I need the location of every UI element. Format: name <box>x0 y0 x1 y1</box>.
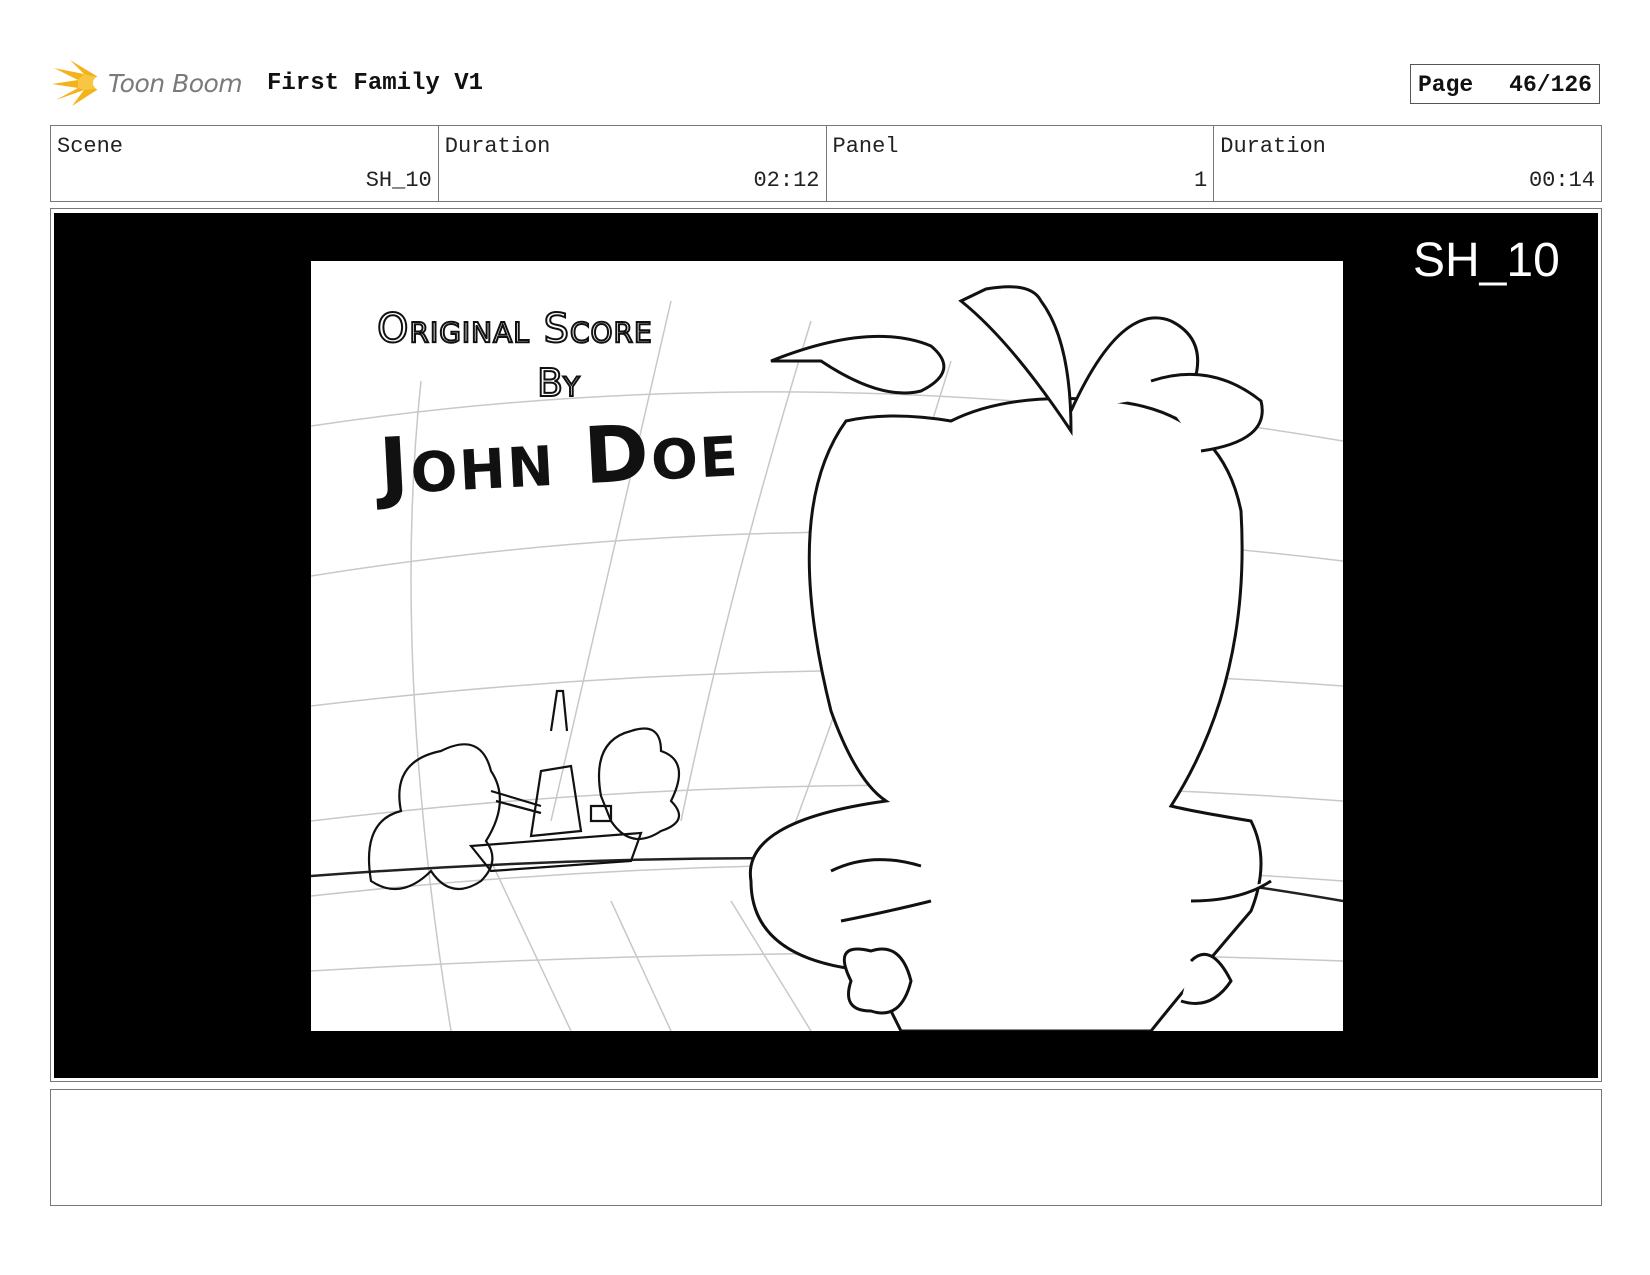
storyboard-header: Toon Boom First Family V1 Page 46/126 <box>50 56 1602 112</box>
credit-line-3: John Doe <box>377 404 742 513</box>
scene-value: SH_10 <box>365 168 432 193</box>
panel-value: 1 <box>1194 168 1208 193</box>
shot-label: SH_10 <box>1413 234 1560 287</box>
panel-info-row: Scene SH_10 Duration 02:12 Panel 1 Durat… <box>50 125 1602 202</box>
page-value: 46/126 <box>1509 72 1592 98</box>
page-counter: Page 46/126 <box>1410 64 1600 104</box>
scene-cell: Scene SH_10 <box>51 126 439 201</box>
credit-line-1: Original Score <box>376 305 653 353</box>
page-label: Page <box>1418 72 1474 98</box>
scene-duration-label: Duration <box>444 134 551 159</box>
sketch-illustration <box>311 285 1343 1031</box>
panel-duration-cell: Duration 00:14 <box>1214 126 1601 201</box>
scene-duration-cell: Duration 02:12 <box>439 126 827 201</box>
scene-label: Scene <box>57 134 124 159</box>
toon-boom-logo: Toon Boom <box>50 56 250 112</box>
storyboard-drawing: Original Score By John Doe <box>311 261 1343 1031</box>
panel-label: Panel <box>832 134 899 159</box>
apple-head-character <box>748 285 1272 1031</box>
panel-notes-box[interactable] <box>50 1089 1602 1206</box>
logo-text: Toon Boom <box>108 69 243 98</box>
panel-duration-label: Duration <box>1220 134 1326 159</box>
scene-duration-value: 02:12 <box>753 168 820 193</box>
panel-duration-value: 00:14 <box>1528 168 1595 193</box>
credit-line-2: By <box>536 360 581 406</box>
starburst-icon <box>52 60 107 106</box>
panel-cell: Panel 1 <box>827 126 1215 201</box>
project-title: First Family V1 <box>267 70 484 97</box>
